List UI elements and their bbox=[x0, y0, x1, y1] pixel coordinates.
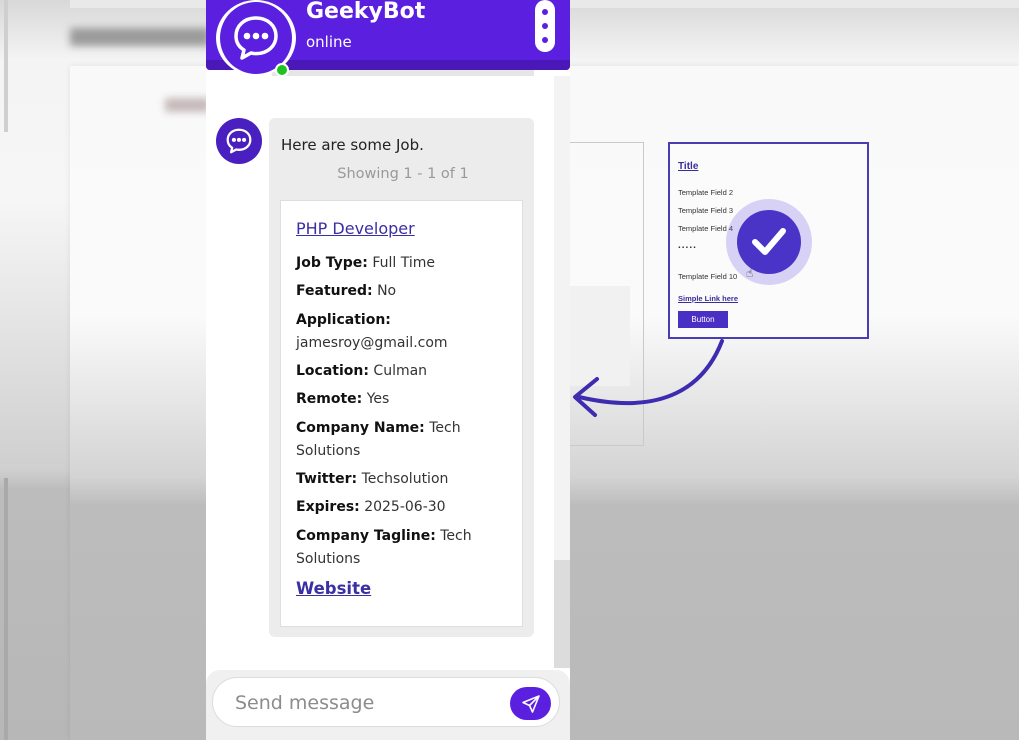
chat-bubble-icon bbox=[234, 16, 278, 60]
job-field-job-type: Job Type: Full Time bbox=[296, 255, 435, 271]
illustration-link: Simple Link here bbox=[678, 294, 739, 303]
illustration-button: Button bbox=[678, 311, 728, 328]
job-field-twitter: Twitter: Techsolution bbox=[296, 471, 449, 487]
message-input[interactable] bbox=[233, 688, 497, 718]
illustration-field: Template Field 2 bbox=[678, 188, 734, 197]
bot-status: online bbox=[306, 33, 352, 51]
curved-arrow-icon bbox=[573, 339, 724, 417]
header-shadow-strip bbox=[272, 70, 534, 76]
website-link[interactable]: Website bbox=[296, 579, 371, 598]
job-field-location: Location: Culman bbox=[296, 363, 428, 379]
send-button[interactable] bbox=[510, 687, 551, 720]
background-blurred-subtitle bbox=[165, 98, 210, 112]
illustration-field: Template Field 4 bbox=[678, 224, 734, 233]
vertical-dots-icon bbox=[542, 37, 548, 43]
illustration-field: Template Field 10 bbox=[678, 272, 738, 281]
online-status-dot bbox=[275, 63, 289, 77]
menu-button[interactable] bbox=[535, 0, 555, 52]
job-field-application: Application: jamesroy@gmail.com bbox=[296, 312, 448, 351]
bot-message-bubble: Here are some Job. Showing 1 - 1 of 1 PH… bbox=[269, 118, 534, 637]
vertical-dots-icon bbox=[542, 23, 548, 29]
job-field-company-name: Company Name: Tech Solutions bbox=[296, 420, 461, 459]
message-bot-avatar bbox=[216, 118, 262, 164]
chat-bubble-icon bbox=[226, 128, 252, 154]
vertical-dots-icon bbox=[542, 9, 548, 15]
message-input-box[interactable] bbox=[212, 677, 560, 727]
illustration-field: Template Field 3 bbox=[678, 206, 734, 215]
job-title-link[interactable]: PHP Developer bbox=[296, 219, 415, 238]
paper-plane-icon bbox=[522, 695, 540, 713]
job-field-featured: Featured: No bbox=[296, 283, 397, 299]
scrollbar-thumb[interactable] bbox=[554, 560, 570, 668]
illustration-ellipsis: ..... bbox=[678, 240, 697, 251]
job-field-remote: Remote: Yes bbox=[296, 391, 390, 407]
chat-widget: GeekyBot online Here are some Job. Showi… bbox=[206, 0, 570, 740]
job-field-company-tagline: Company Tagline: Tech Solutions bbox=[296, 528, 472, 567]
checkmark-icon bbox=[737, 210, 801, 274]
job-card: PHP Developer Job Type: Full Time Featur… bbox=[280, 200, 523, 627]
background-edge-lower bbox=[4, 478, 8, 740]
bot-name: GeekyBot bbox=[306, 0, 426, 24]
job-field-expires: Expires: 2025-06-30 bbox=[296, 499, 446, 515]
illustration-title: Title bbox=[678, 161, 699, 172]
hand-cursor-icon: ☝ bbox=[746, 266, 754, 280]
background-edge bbox=[4, 0, 8, 132]
background-blurred-title bbox=[70, 28, 210, 46]
result-count: Showing 1 - 1 of 1 bbox=[337, 166, 469, 182]
message-intro-text: Here are some Job. bbox=[281, 136, 424, 154]
